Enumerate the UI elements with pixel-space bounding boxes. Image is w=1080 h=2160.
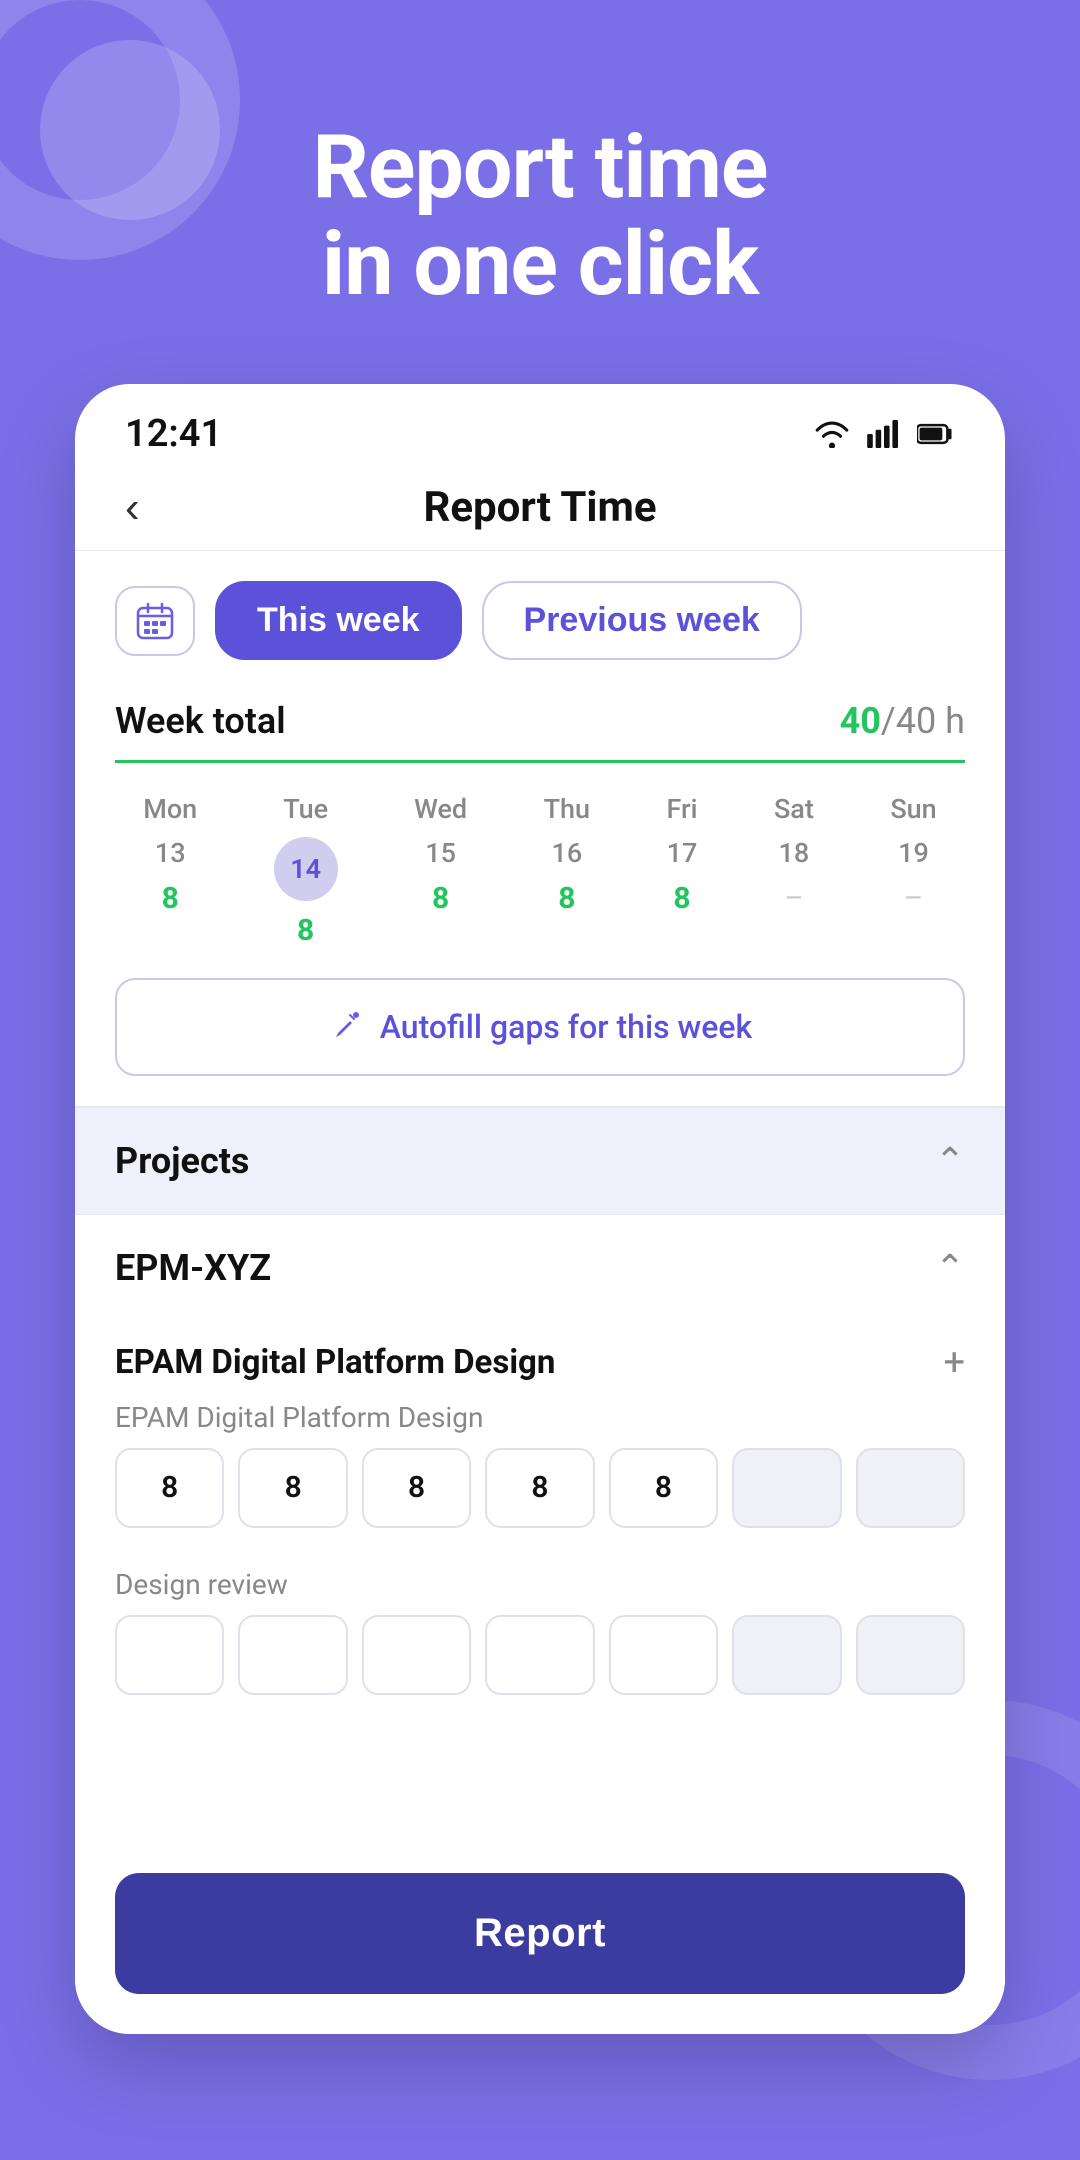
total-current: 40	[840, 700, 881, 742]
day-number: 16	[551, 837, 582, 869]
status-bar: 12:41	[75, 384, 1005, 466]
autofill-button[interactable]: Autofill gaps for this week	[115, 978, 965, 1076]
day-col-sat[interactable]: Sat 18 –	[774, 793, 814, 948]
day-label: Mon	[143, 793, 197, 825]
days-row: Mon 13 8 Tue 14 8 Wed 15 8 Thu 16 8 Fri 17 8 Sat 18 – Sun 1…	[75, 763, 1005, 948]
task2-cell-4[interactable]	[609, 1615, 718, 1695]
hero-title-line1: Report time	[313, 116, 768, 219]
task2-cell-0[interactable]	[115, 1615, 224, 1695]
task2-cell-3[interactable]	[485, 1615, 594, 1695]
task2-cell-6	[856, 1615, 965, 1695]
task2: Design review	[75, 1568, 1005, 1725]
projects-section-header[interactable]: Projects ⌃	[75, 1108, 1005, 1214]
day-number: 17	[667, 837, 698, 869]
bg-circle-2	[40, 40, 220, 220]
day-value: 8	[432, 881, 449, 916]
task2-name: Design review	[115, 1568, 965, 1601]
calendar-button[interactable]	[115, 586, 195, 656]
nav-bar: ‹ Report Time	[75, 466, 1005, 550]
day-label: Thu	[544, 793, 590, 825]
day-value: 8	[673, 881, 690, 916]
autofill-icon	[328, 1009, 364, 1045]
status-time: 12:41	[125, 412, 222, 456]
phone-card: 12:41 ‹ Report Time	[75, 384, 1005, 2034]
day-number: 18	[779, 837, 810, 869]
autofill-label: Autofill gaps for this week	[380, 1008, 753, 1046]
projects-chevron-icon: ⌃	[935, 1140, 965, 1182]
hero-title-line2: in one click	[322, 213, 758, 316]
day-label: Tue	[283, 793, 328, 825]
day-number: 19	[898, 837, 929, 869]
hero-title: Report time in one click	[313, 120, 768, 314]
day-col-wed[interactable]: Wed 15 8	[414, 793, 467, 948]
status-icons	[813, 420, 955, 448]
task1-subtask-name: EPAM Digital Platform Design	[115, 1401, 965, 1434]
total-separator: /	[881, 700, 896, 742]
day-col-fri[interactable]: Fri 17 8	[667, 793, 698, 948]
day-col-tue[interactable]: Tue 14 8	[274, 793, 338, 948]
week-total-label: Week total	[115, 700, 286, 742]
report-button[interactable]: Report	[115, 1873, 965, 1994]
task1-cell-2[interactable]: 8	[362, 1448, 471, 1528]
total-max: 40 h	[896, 700, 965, 742]
back-button[interactable]: ‹	[125, 486, 140, 530]
day-label: Wed	[414, 793, 467, 825]
day-label: Sat	[774, 793, 814, 825]
day-value: 8	[297, 913, 314, 948]
task1-cell-6	[856, 1448, 965, 1528]
task1-name-row: EPAM Digital Platform Design +	[115, 1321, 965, 1401]
day-col-mon[interactable]: Mon 13 8	[143, 793, 197, 948]
task1-cell-5	[732, 1448, 841, 1528]
day-label: Sun	[890, 793, 936, 825]
day-dash: –	[904, 881, 924, 916]
day-dash: –	[784, 881, 804, 916]
day-number: 13	[155, 837, 186, 869]
day-today-pill: 14	[274, 837, 338, 901]
task2-cell-5	[732, 1615, 841, 1695]
epm-title: EPM-XYZ	[115, 1247, 271, 1289]
task1-cell-3[interactable]: 8	[485, 1448, 594, 1528]
report-bar: Report	[75, 1843, 1005, 2034]
task2-cells-row	[115, 1615, 965, 1695]
epm-chevron-icon: ⌃	[935, 1247, 965, 1289]
battery-icon	[917, 420, 955, 448]
epm-section-header[interactable]: EPM-XYZ ⌃	[75, 1214, 1005, 1321]
task1-cell-1[interactable]: 8	[238, 1448, 347, 1528]
day-label: Fri	[667, 793, 698, 825]
week-total-value: 40/40 h	[840, 700, 965, 742]
day-number: 15	[425, 837, 456, 869]
wifi-icon	[813, 420, 851, 448]
task1-cell-4[interactable]: 8	[609, 1448, 718, 1528]
day-col-thu[interactable]: Thu 16 8	[544, 793, 590, 948]
previous-week-button[interactable]: Previous week	[482, 581, 802, 660]
task1-add-button[interactable]: +	[943, 1341, 965, 1385]
day-value: 8	[162, 881, 179, 916]
calendar-icon	[135, 601, 175, 641]
projects-title: Projects	[115, 1140, 249, 1182]
week-selector: This week Previous week	[75, 551, 1005, 690]
task1-cells-row: 88888	[115, 1448, 965, 1528]
task2-cell-1[interactable]	[238, 1615, 347, 1695]
day-col-sun[interactable]: Sun 19 –	[890, 793, 936, 948]
task2-cell-2[interactable]	[362, 1615, 471, 1695]
task1-cell-0[interactable]: 8	[115, 1448, 224, 1528]
signal-icon	[865, 420, 903, 448]
this-week-button[interactable]: This week	[215, 581, 462, 660]
nav-title: Report Time	[423, 483, 656, 532]
task1: EPAM Digital Platform Design + EPAM Digi…	[75, 1321, 1005, 1568]
week-total-row: Week total 40/40 h	[75, 690, 1005, 742]
task1-name: EPAM Digital Platform Design	[115, 1343, 555, 1382]
day-value: 8	[558, 881, 575, 916]
